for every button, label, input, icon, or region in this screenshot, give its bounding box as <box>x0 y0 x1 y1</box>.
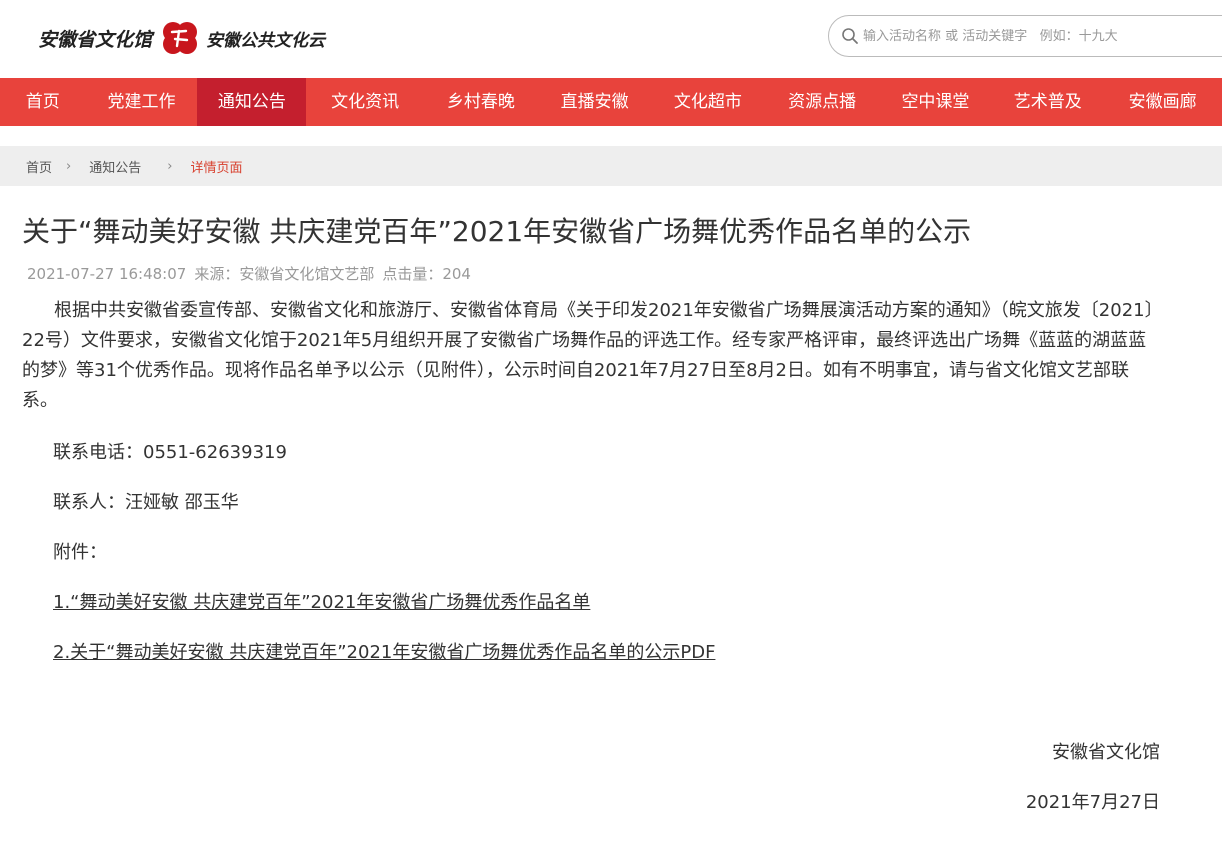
nav-item-art-education[interactable]: 艺术普及 <box>991 78 1105 126</box>
main-nav: 首页 党建工作 通知公告 文化资讯 乡村春晚 直播安徽 文化超市 资源点播 空中… <box>0 78 1222 126</box>
logo-text-left: 安徽省文化馆 <box>38 28 153 51</box>
attachment-link-2[interactable]: 2.关于“舞动美好安徽 共庆建党百年”2021年安徽省广场舞优秀作品名单的公示P… <box>53 638 715 664</box>
logo-emblem-icon <box>160 18 200 58</box>
attachments-label: 附件： <box>53 542 107 563</box>
nav-item-party-building[interactable]: 党建工作 <box>86 78 198 126</box>
search-box[interactable] <box>828 15 1222 57</box>
article-meta: 2021-07-27 16:48:07 来源：安徽省文化馆文艺部 点击量：204 <box>27 263 479 284</box>
contact-person: 联系人：汪娅敏 邵玉华 <box>53 492 239 513</box>
chevron-right-icon: › <box>66 158 72 174</box>
breadcrumb-notices[interactable]: 通知公告 <box>89 157 141 176</box>
article-source: 来源：安徽省文化馆文艺部 <box>194 265 375 283</box>
signature-org: 安徽省文化馆 <box>1052 742 1160 763</box>
breadcrumb-current: 详情页面 <box>190 160 243 176</box>
article-clicks: 点击量：204 <box>382 265 471 283</box>
signature-date: 2021年7月27日 <box>1025 792 1160 813</box>
search-icon[interactable] <box>841 27 859 45</box>
site-header: 安徽省文化馆 安徽公共文化云 <box>0 0 1222 78</box>
nav-item-online-class[interactable]: 空中课堂 <box>880 78 991 126</box>
nav-item-notices[interactable]: 通知公告 <box>197 78 307 126</box>
site-logo[interactable]: 安徽省文化馆 安徽公共文化云 <box>38 16 325 60</box>
article-date: 2021-07-27 16:48:07 <box>27 265 187 283</box>
chevron-right-icon: › <box>167 158 173 174</box>
nav-item-anhui-gallery[interactable]: 安徽画廊 <box>1105 78 1222 126</box>
article-title: 关于“舞动美好安徽 共庆建党百年”2021年安徽省广场舞优秀作品名单的公示 <box>22 215 972 248</box>
nav-item-culture-news[interactable]: 文化资讯 <box>306 78 424 126</box>
attachment-link-1[interactable]: 1.“舞动美好安徽 共庆建党百年”2021年安徽省广场舞优秀作品名单 <box>53 588 590 614</box>
search-input[interactable] <box>863 28 1222 44</box>
article-body: 根据中共安徽省委宣传部、安徽省文化和旅游厅、安徽省体育局《关于印发2021年安徽… <box>22 296 1162 416</box>
nav-item-home[interactable]: 首页 <box>0 78 86 126</box>
breadcrumb: 首页 › 通知公告 › 详情页面 <box>0 146 1222 186</box>
nav-item-live-anhui[interactable]: 直播安徽 <box>538 78 652 126</box>
article-paragraph: 根据中共安徽省委宣传部、安徽省文化和旅游厅、安徽省体育局《关于印发2021年安徽… <box>22 300 1154 411</box>
contact-phone: 联系电话：0551-62639319 <box>53 442 287 463</box>
nav-item-village-gala[interactable]: 乡村春晚 <box>424 78 538 126</box>
logo-text-right: 安徽公共文化云 <box>206 30 326 51</box>
nav-item-resources[interactable]: 资源点播 <box>764 78 880 126</box>
nav-item-culture-market[interactable]: 文化超市 <box>652 78 765 126</box>
breadcrumb-home[interactable]: 首页 <box>26 157 52 176</box>
